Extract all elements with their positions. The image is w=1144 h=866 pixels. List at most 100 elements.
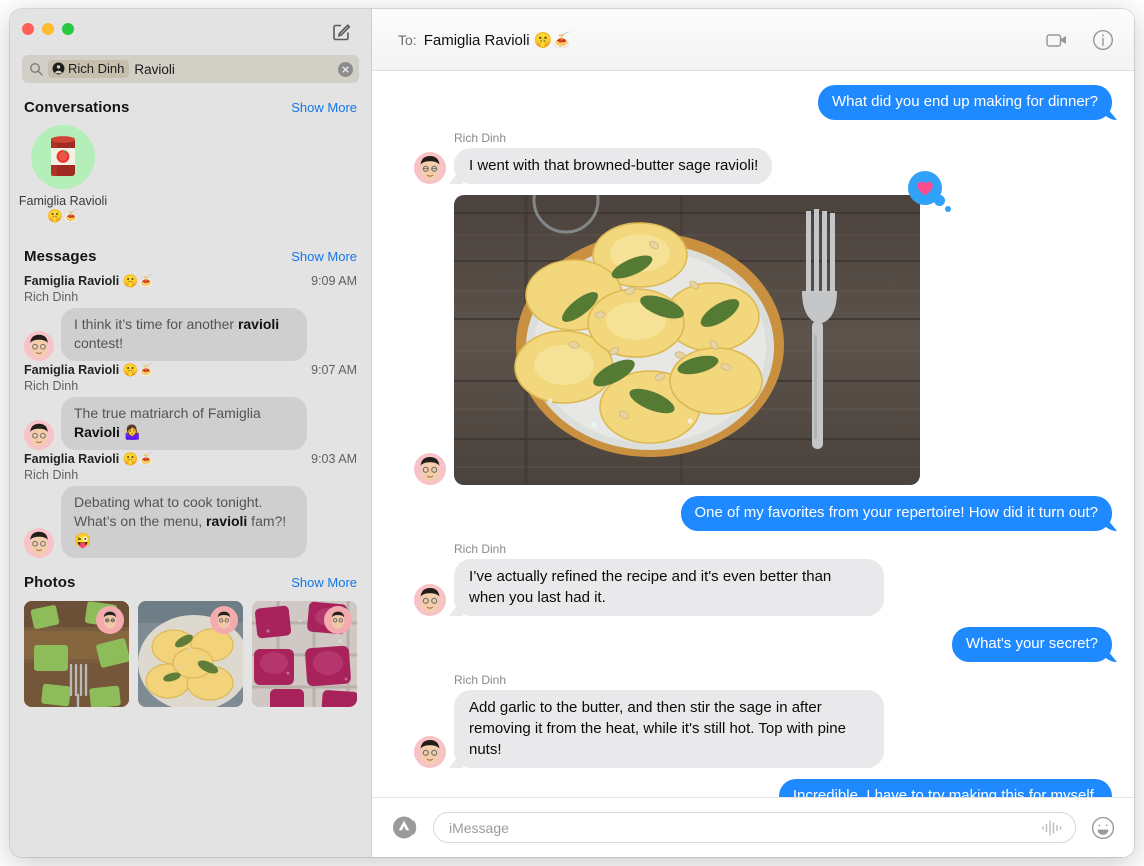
- result-group-name: Famiglia Ravioli 🤫🍝: [24, 452, 154, 466]
- result-bubble-row: I think it’s time for another ravioli co…: [24, 308, 357, 361]
- photos-list: [10, 598, 371, 707]
- message-row-incoming-image: [394, 171, 1112, 485]
- result-time: 9:09 AM: [311, 274, 357, 288]
- photos-section-header: Photos Show More: [10, 558, 371, 598]
- message-bubble-incoming[interactable]: I went with that browned-butter sage rav…: [454, 148, 773, 184]
- message-sender-name: Rich Dinh: [454, 542, 507, 556]
- imessage-placeholder: iMessage: [449, 819, 509, 836]
- result-bubble-row: Debating what to cook tonight. What’s on…: [24, 486, 357, 558]
- result-sender: Rich Dinh: [24, 290, 79, 304]
- ravioli-photo[interactable]: [454, 195, 920, 485]
- zoom-button[interactable]: [62, 23, 74, 35]
- incoming-line: I’ve actually refined the recipe and it'…: [394, 559, 1112, 616]
- messages-title: Messages: [24, 248, 97, 265]
- audio-waveform-icon[interactable]: [1041, 818, 1063, 838]
- search-token-contact[interactable]: Rich Dinh: [48, 60, 130, 78]
- window-traffic-lights: [22, 23, 74, 35]
- message-input-bar: iMessage: [372, 797, 1134, 857]
- photo-thumbnail[interactable]: [252, 601, 357, 707]
- result-meta: Famiglia Ravioli 🤫🍝 9:07 AM: [24, 363, 357, 378]
- result-group-name: Famiglia Ravioli 🤫🍝: [24, 274, 154, 288]
- photo-sender-avatar: [96, 606, 124, 634]
- result-bubble[interactable]: Debating what to cook tonight. What’s on…: [61, 486, 307, 558]
- search-input[interactable]: Ravioli: [134, 62, 333, 77]
- message-bubble-outgoing[interactable]: Incredible. I have to try making this fo…: [778, 779, 1112, 797]
- photos-title: Photos: [24, 574, 76, 591]
- message-bubble-outgoing[interactable]: What did you end up making for dinner?: [818, 85, 1112, 120]
- message-search-result[interactable]: Famiglia Ravioli 🤫🍝 9:03 AM Rich Dinh Deba…: [10, 450, 371, 558]
- search-field[interactable]: Rich Dinh Ravioli: [22, 55, 359, 83]
- message-bubble-outgoing[interactable]: One of my favorites from your repertoire…: [680, 496, 1112, 531]
- conversation-name: Famiglia Ravioli 🤫🍝: [18, 194, 108, 223]
- result-time: 9:03 AM: [311, 452, 357, 466]
- avatar: [24, 528, 54, 558]
- minimize-button[interactable]: [42, 23, 54, 35]
- result-meta: Famiglia Ravioli 🤫🍝 9:09 AM: [24, 274, 357, 289]
- incoming-line: Add garlic to the butter, and then stir …: [394, 690, 1112, 768]
- photo-thumbnail[interactable]: [24, 601, 129, 707]
- search-icon: [29, 62, 43, 76]
- recipient-name: Famiglia Ravioli 🤫🍝: [423, 31, 572, 49]
- message-bubble-outgoing[interactable]: What's your secret?: [951, 627, 1112, 662]
- messages-results-list: Famiglia Ravioli 🤫🍝 9:09 AM Rich Dinh I th…: [10, 272, 371, 558]
- avatar: [24, 331, 54, 361]
- message-row-incoming: Rich Dinh I went with that browned-butte…: [394, 131, 1112, 184]
- titlebar: [10, 9, 371, 55]
- message-row-outgoing: What did you end up making for dinner?: [394, 85, 1112, 120]
- info-icon[interactable]: [1090, 27, 1116, 53]
- photos-show-more[interactable]: Show More: [291, 575, 357, 590]
- close-button[interactable]: [22, 23, 34, 35]
- conversation-avatar: [31, 125, 95, 189]
- chat-pane: To: Famiglia Ravioli 🤫🍝 What did you end…: [372, 9, 1134, 857]
- result-bubble-row: The true matriarch of Famiglia Ravioli 🤷…: [24, 397, 357, 450]
- message-row-outgoing: Incredible. I have to try making this fo…: [394, 779, 1112, 797]
- result-sender: Rich Dinh: [24, 379, 79, 393]
- message-bubble-incoming[interactable]: Add garlic to the butter, and then stir …: [454, 690, 884, 768]
- conversation-item[interactable]: Famiglia Ravioli 🤫🍝: [19, 125, 107, 224]
- message-sender-name: Rich Dinh: [454, 131, 507, 145]
- avatar[interactable]: [414, 584, 446, 616]
- message-row-incoming: Rich Dinh I’ve actually refined the reci…: [394, 542, 1112, 616]
- message-search-result[interactable]: Famiglia Ravioli 🤫🍝 9:09 AM Rich Dinh I th…: [10, 272, 371, 361]
- avatar[interactable]: [414, 152, 446, 184]
- contact-icon: [52, 62, 65, 75]
- conversations-title: Conversations: [24, 99, 130, 116]
- search-token-label: Rich Dinh: [68, 61, 125, 76]
- avatar[interactable]: [414, 453, 446, 485]
- message-search-result[interactable]: Famiglia Ravioli 🤫🍝 9:07 AM Rich Dinh The …: [10, 361, 371, 450]
- avatar[interactable]: [414, 736, 446, 768]
- image-message[interactable]: [454, 171, 951, 485]
- video-camera-icon[interactable]: [1044, 27, 1070, 53]
- result-sender: Rich Dinh: [24, 468, 79, 482]
- conversations-list: Famiglia Ravioli 🤫🍝: [10, 123, 371, 232]
- message-bubble-incoming[interactable]: I’ve actually refined the recipe and it'…: [454, 559, 884, 616]
- result-bubble[interactable]: The true matriarch of Famiglia Ravioli 🤷…: [61, 397, 307, 450]
- avatar: [24, 420, 54, 450]
- result-meta: Famiglia Ravioli 🤫🍝 9:03 AM: [24, 452, 357, 467]
- emoji-smiley-icon[interactable]: [1090, 815, 1116, 841]
- tapback-heart-icon[interactable]: [908, 171, 951, 212]
- search-container: Rich Dinh Ravioli: [10, 55, 371, 83]
- message-row-outgoing: What's your secret?: [394, 627, 1112, 662]
- conversations-section-header: Conversations Show More: [10, 83, 371, 123]
- result-bubble[interactable]: I think it’s time for another ravioli co…: [61, 308, 307, 361]
- messages-section-header: Messages Show More: [10, 232, 371, 272]
- clear-icon[interactable]: [338, 61, 353, 77]
- messages-show-more[interactable]: Show More: [291, 249, 357, 264]
- incoming-image-line: [394, 171, 1112, 485]
- message-sender-name: Rich Dinh: [454, 673, 507, 687]
- messages-window: Rich Dinh Ravioli Conversations Show Mor…: [10, 9, 1134, 857]
- message-row-outgoing: One of my favorites from your repertoire…: [394, 496, 1112, 531]
- photo-thumbnail[interactable]: [138, 601, 243, 707]
- imessage-input[interactable]: iMessage: [433, 812, 1076, 843]
- compose-icon[interactable]: [329, 19, 353, 43]
- incoming-line: I went with that browned-butter sage rav…: [394, 148, 1112, 184]
- apps-icon[interactable]: [392, 814, 419, 841]
- result-time: 9:07 AM: [311, 363, 357, 377]
- sidebar: Rich Dinh Ravioli Conversations Show Mor…: [10, 9, 372, 857]
- photo-sender-avatar: [324, 606, 352, 634]
- conversations-show-more[interactable]: Show More: [291, 100, 357, 115]
- message-thread: What did you end up making for dinner? R…: [372, 71, 1134, 797]
- chat-header: To: Famiglia Ravioli 🤫🍝: [372, 9, 1134, 71]
- result-group-name: Famiglia Ravioli 🤫🍝: [24, 363, 154, 377]
